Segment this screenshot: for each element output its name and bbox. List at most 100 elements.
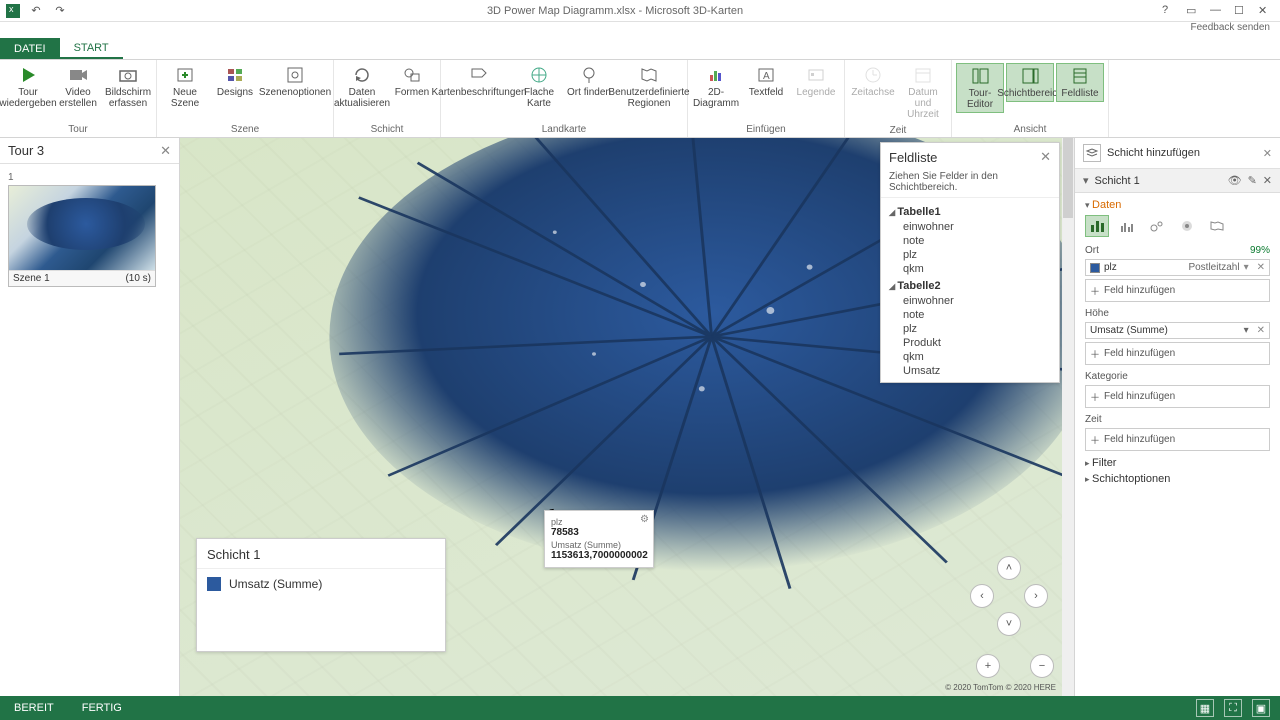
charttype-bubble[interactable] [1145,215,1169,237]
map-scrollbar-vertical[interactable] [1062,138,1074,696]
map-canvas[interactable]: Schicht 1 Umsatz (Summe) ↖ ⚙ plz 78583 U… [180,138,1074,696]
map-labels-button[interactable]: Kartenbeschriftungen [445,63,513,100]
charttype-clustered[interactable] [1115,215,1139,237]
add-layer-button[interactable]: Schicht hinzufügen [1107,147,1200,159]
group-map-label: Landkarte [441,124,687,137]
refresh-data-button[interactable]: Daten aktualisieren [338,63,386,111]
fieldlist-field[interactable]: einwohner [889,294,1051,308]
view-normal-icon[interactable]: ▦ [1196,699,1214,717]
charttype-heat[interactable] [1175,215,1199,237]
view-grid-icon[interactable]: ▣ [1252,699,1270,717]
designs-button[interactable]: Designs [211,63,259,100]
plus-icon: ＋ [1090,346,1100,361]
charttype-column[interactable] [1085,215,1109,237]
fieldlist-field[interactable]: plz [889,248,1051,262]
ort-field-pill[interactable]: plz Postleitzahl ▾ ✕ [1085,259,1270,276]
shapes-button[interactable]: Formen [388,63,436,100]
find-location-button[interactable]: Ort finden [565,63,613,100]
fieldlist-field[interactable]: qkm [889,350,1051,364]
chart-icon [706,65,726,85]
remove-field-icon[interactable]: ✕ [1257,325,1265,336]
ort-add-field[interactable]: ＋Feld hinzufügen [1085,279,1270,302]
zeit-add-field[interactable]: ＋Feld hinzufügen [1085,428,1270,451]
fieldlist-close-icon[interactable]: ✕ [1040,149,1051,165]
hoehe-add-field[interactable]: ＋Feld hinzufügen [1085,342,1270,365]
view-full-icon[interactable]: ⛶ [1224,699,1242,717]
layer-pane-toggle[interactable]: Schichtbereich [1006,63,1054,102]
fieldlist-toggle[interactable]: Feldliste [1056,63,1104,102]
feedback-link[interactable]: Feedback senden [0,22,1280,38]
fieldlist-hint: Ziehen Sie Felder in den Schichtbereich. [881,171,1059,198]
fieldlist-field[interactable]: note [889,308,1051,322]
layer-visible-icon[interactable]: 👁 [1228,174,1242,187]
create-video-button[interactable]: Video erstellen [54,63,102,111]
text-icon: A [756,65,776,85]
fieldlist-field[interactable]: note [889,234,1051,248]
fieldlist-panel[interactable]: Feldliste ✕ Ziehen Sie Felder in den Sch… [880,142,1060,383]
fieldlist-title: Feldliste [889,150,937,165]
tab-file[interactable]: DATEI [0,38,60,59]
refresh-icon [352,65,372,85]
group-view-label: Ansicht [952,124,1108,137]
layer-panel-close-icon[interactable]: ✕ [1263,147,1272,160]
group-layer-label: Schicht [334,124,440,137]
fieldlist-field[interactable]: einwohner [889,220,1051,234]
redo-icon[interactable]: ↷ [52,3,68,19]
flat-map-button[interactable]: Flache Karte [515,63,563,111]
tilt-down-button[interactable]: ˅ [997,612,1021,636]
close-icon[interactable]: ✕ [1258,4,1272,18]
tour-pane-close-icon[interactable]: ✕ [160,143,171,159]
tour-pane: Tour 3 ✕ 1 Szene 1 (10 s) [0,138,180,696]
tilt-up-button[interactable]: ˄ [997,556,1021,580]
remove-field-icon[interactable]: ✕ [1257,262,1265,273]
legend-card[interactable]: Schicht 1 Umsatz (Summe) [196,538,446,652]
legend-button[interactable]: Legende [792,63,840,100]
tooltip-field2-value: 1153613,7000000002 [551,550,647,561]
fieldlist-field[interactable]: qkm [889,262,1051,276]
textfield-button[interactable]: ATextfeld [742,63,790,100]
tooltip-gear-icon[interactable]: ⚙ [640,514,649,525]
section-layeropts[interactable]: Schichtoptionen [1085,473,1270,485]
zoom-out-button[interactable]: − [1030,654,1054,678]
datetime-button: Datum und Uhrzeit [899,63,947,122]
layer-name[interactable]: Schicht 1 [1095,175,1140,187]
ort-pct[interactable]: 99% [1250,245,1270,256]
svg-text:A: A [763,71,770,82]
ort-field-type[interactable]: Postleitzahl [1188,262,1239,273]
hoehe-field-pill[interactable]: Umsatz (Summe) ▾ ✕ [1085,322,1270,339]
maximize-icon[interactable]: ☐ [1234,4,1248,18]
scene-thumbnail[interactable]: Szene 1 (10 s) [8,185,156,287]
chevron-down-icon[interactable]: ▾ [1244,262,1249,273]
new-scene-button[interactable]: Neue Szene [161,63,209,111]
tab-start[interactable]: START [60,38,123,59]
undo-icon[interactable]: ↶ [28,3,44,19]
rotate-right-button[interactable]: › [1024,584,1048,608]
fieldlist-field[interactable]: plz [889,322,1051,336]
capture-screen-button[interactable]: Bildschirm erfassen [104,63,152,111]
charttype-region[interactable] [1205,215,1229,237]
2d-chart-button[interactable]: 2D-Diagramm [692,63,740,111]
fieldlist-field[interactable]: Umsatz [889,364,1051,378]
window-title: 3D Power Map Diagramm.xlsx - Microsoft 3… [68,5,1162,17]
fieldlist-field[interactable]: Produkt [889,336,1051,350]
map-credits: © 2020 TomTom © 2020 HERE [945,683,1056,692]
custom-regions-button[interactable]: Benutzerdefinierte Regionen [615,63,683,111]
legend-swatch [207,577,221,591]
ribbon: Tour wiedergeben Video erstellen Bildsch… [0,60,1280,138]
layer-delete-icon[interactable]: ✕ [1263,174,1272,187]
section-filter[interactable]: Filter [1085,457,1270,469]
rotate-left-button[interactable]: ‹ [970,584,994,608]
layer-rename-icon[interactable]: ✎ [1248,174,1257,187]
fieldlist-table-name[interactable]: Tabelle1 [889,206,1051,218]
kategorie-add-field[interactable]: ＋Feld hinzufügen [1085,385,1270,408]
help-icon[interactable]: ? [1162,4,1176,18]
section-data[interactable]: Daten [1085,199,1270,211]
play-tour-button[interactable]: Tour wiedergeben [4,63,52,111]
designs-icon [225,65,245,85]
zoom-in-button[interactable]: + [976,654,1000,678]
fieldlist-table-name[interactable]: Tabelle2 [889,280,1051,292]
minimize-icon[interactable]: — [1210,4,1224,18]
ribbon-toggle-icon[interactable]: ▭ [1186,4,1200,18]
chevron-down-icon[interactable]: ▾ [1244,325,1249,336]
scene-options-button[interactable]: Szenenoptionen [261,63,329,100]
